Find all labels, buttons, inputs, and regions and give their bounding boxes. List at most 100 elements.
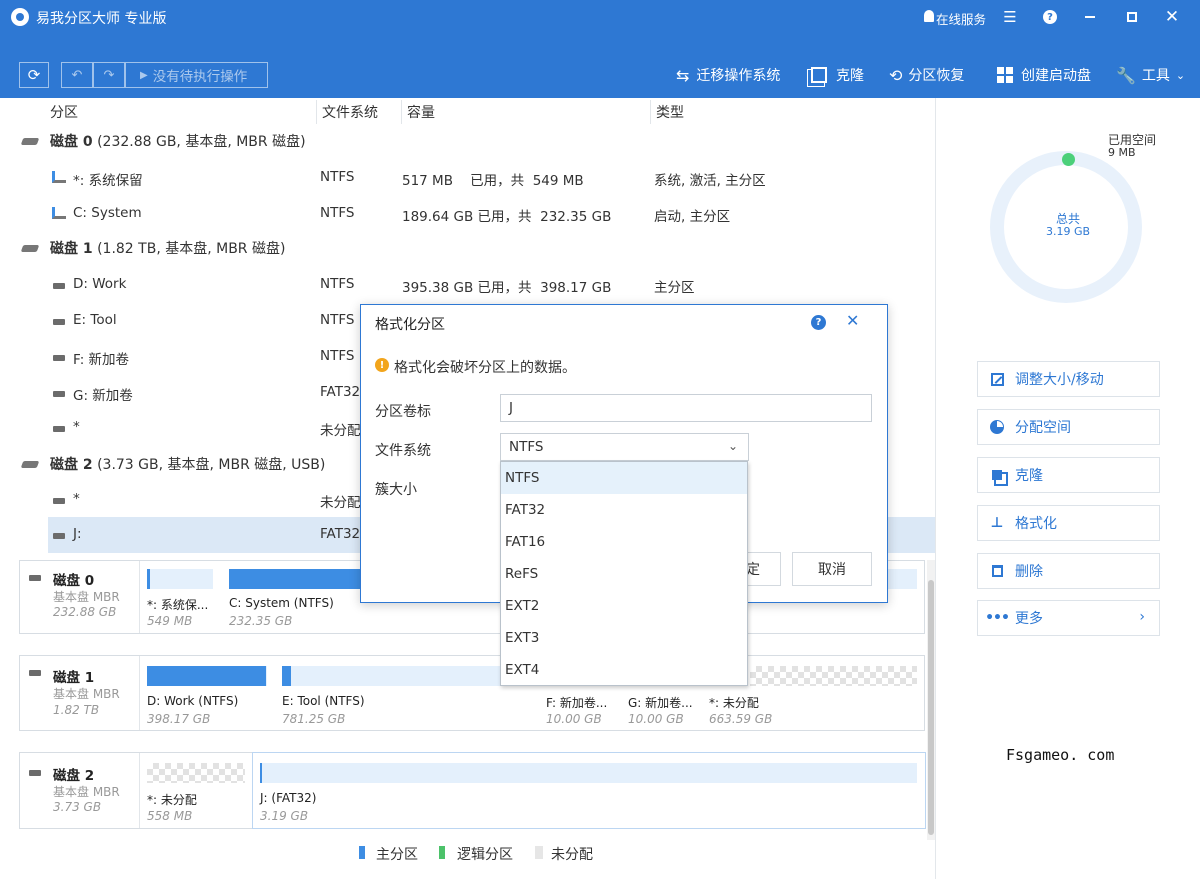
legend-logical-swatch (439, 846, 445, 859)
create-boot-button[interactable]: 创建启动盘 (997, 65, 1091, 85)
card-divider (139, 561, 140, 633)
table-row[interactable]: D: Work NTFS 395.38 GB 已用，共 398.17 GB 主分… (0, 267, 935, 303)
cancel-button[interactable]: 取消 (792, 552, 872, 586)
partition-size: 10.00 GB (546, 712, 602, 726)
migrate-os-button[interactable]: ⇆ 迁移操作系统 (676, 65, 780, 85)
column-divider (650, 100, 651, 124)
table-row[interactable]: * 未分配 (0, 410, 361, 446)
column-divider (401, 100, 402, 124)
format-icon: ⊥ (990, 515, 1004, 531)
filesystem-option[interactable]: EXT3 (501, 622, 747, 654)
allocate-space-button[interactable]: 分配空间 (977, 409, 1160, 445)
clone-partition-label: 克隆 (1015, 468, 1043, 484)
partition-size: 558 MB (147, 809, 193, 823)
bar-fill (147, 569, 150, 589)
pending-operations-button[interactable]: ▶ 没有待执行操作 (125, 62, 268, 88)
filesystem-select[interactable]: NTFS ⌄ (500, 433, 749, 461)
app-title: 易我分区大师 专业版 (36, 11, 167, 27)
resize-move-button[interactable]: 调整大小/移动 (977, 361, 1160, 397)
column-header-partition[interactable]: 分区 (50, 102, 78, 122)
drive-icon (53, 533, 65, 539)
clone-button[interactable]: 克隆 (811, 65, 864, 85)
partition-size: 781.25 GB (282, 712, 346, 726)
legend-unallocated-label: 未分配 (551, 847, 593, 863)
chevron-down-icon: ⌄ (727, 439, 738, 453)
more-button[interactable]: ••• 更多 › (977, 600, 1160, 636)
delete-button[interactable]: 删除 (977, 553, 1160, 589)
volume-label-input[interactable]: J (500, 394, 872, 422)
unallocated-bar[interactable] (147, 763, 245, 783)
partition-type: 主分区 (654, 280, 695, 296)
refresh-button[interactable]: ⟳ (19, 62, 49, 88)
drive-icon (53, 391, 65, 397)
help-icon[interactable]: ? (811, 315, 826, 330)
minimize-icon[interactable] (1070, 0, 1110, 34)
scrollbar-thumb[interactable] (928, 580, 934, 835)
partition-bar[interactable] (147, 666, 267, 686)
column-header-type[interactable]: 类型 (656, 102, 684, 122)
close-icon[interactable]: ✕ (846, 311, 859, 330)
maximize-icon[interactable] (1112, 0, 1152, 34)
partition-filesystem: NTFS (320, 312, 355, 328)
chevron-down-icon: ⌄ (1175, 68, 1186, 82)
menu-icon[interactable]: ☰ (990, 0, 1030, 34)
partition-recovery-button[interactable]: ⟲ 分区恢复 (889, 65, 964, 85)
table-row[interactable]: E: Tool NTFS (0, 303, 360, 339)
disk-map-card[interactable]: 磁盘 1 基本盘 MBR 1.82 TB D: Work (NTFS) 398.… (19, 655, 925, 731)
partition-name: J: (73, 526, 82, 542)
more-dots-icon: ••• (985, 610, 1010, 626)
clone-partition-button[interactable]: 克隆 (977, 457, 1160, 493)
partition-filesystem: NTFS (320, 205, 355, 221)
disk-map-name: 磁盘 0 (53, 573, 95, 589)
filesystem-dropdown-list: NTFS FAT32 FAT16 ReFS EXT2 EXT3 EXT4 (500, 461, 748, 686)
undo-button[interactable]: ↶ (61, 62, 93, 88)
table-row[interactable]: *: 系统保留 NTFS 517 MB 已用，共 549 MB 系统, 激活, … (0, 160, 935, 196)
unallocated-bar[interactable] (750, 666, 917, 686)
watermark-text: Fsgameo. com (1006, 746, 1115, 764)
format-button[interactable]: ⊥ 格式化 (977, 505, 1160, 541)
legend-unallocated-swatch (535, 846, 543, 859)
partition-size: 10.00 GB (628, 712, 684, 726)
partition-label: *: 系统保... (147, 598, 209, 612)
table-row[interactable]: * 未分配 (0, 482, 361, 518)
filesystem-option[interactable]: NTFS (501, 462, 747, 494)
disk-detail: (232.88 GB, 基本盘, MBR 磁盘) (97, 134, 306, 150)
partition-recovery-label: 分区恢复 (908, 68, 965, 84)
warning-icon: ! (375, 358, 389, 372)
tools-menu-button[interactable]: 🔧 工具 ⌄ (1116, 65, 1185, 85)
help-icon[interactable]: ? (1030, 0, 1070, 34)
disk-0-header[interactable]: 磁盘 0 (232.88 GB, 基本盘, MBR 磁盘) (50, 131, 306, 151)
chevron-right-icon: › (1139, 609, 1145, 625)
disk-2-header[interactable]: 磁盘 2 (3.73 GB, 基本盘, MBR 磁盘, USB) (50, 454, 325, 474)
partition-size: 663.59 GB (709, 712, 773, 726)
column-header-filesystem[interactable]: 文件系统 (322, 102, 378, 122)
redo-button[interactable]: ↷ (93, 62, 125, 88)
disk-map-size: 3.73 GB (53, 800, 102, 814)
filesystem-option[interactable]: FAT32 (501, 494, 747, 526)
table-row[interactable]: J: FAT32 (0, 517, 360, 553)
online-service-link[interactable]: 在线服务 (936, 9, 986, 28)
disk-map-card[interactable]: 磁盘 2 基本盘 MBR 3.73 GB *: 未分配 558 MB J: (F… (19, 752, 926, 829)
bar-fill (260, 763, 262, 783)
filesystem-option[interactable]: FAT16 (501, 526, 747, 558)
windows-icon (997, 67, 1013, 83)
close-window-icon[interactable]: ✕ (1152, 0, 1192, 34)
filesystem-option[interactable]: ReFS (501, 558, 747, 590)
partition-name: C: System (73, 205, 142, 221)
partition-label: J: (FAT32) (260, 791, 317, 805)
bell-icon[interactable] (924, 10, 934, 22)
column-header-capacity[interactable]: 容量 (407, 102, 435, 122)
partition-filesystem: NTFS (320, 348, 355, 364)
drive-icon (29, 770, 41, 776)
filesystem-option[interactable]: EXT2 (501, 590, 747, 622)
table-row[interactable]: C: System NTFS 189.64 GB 已用，共 232.35 GB … (0, 196, 935, 232)
warning-text: 格式化会破坏分区上的数据。 (394, 360, 576, 376)
redo-icon: ↷ (103, 67, 115, 83)
partition-bar[interactable] (260, 763, 917, 783)
partition-capacity: 189.64 GB 已用，共 232.35 GB (402, 209, 612, 225)
table-row[interactable]: G: 新加卷 FAT32 (0, 375, 360, 411)
table-row[interactable]: F: 新加卷 NTFS (0, 339, 360, 375)
disk-1-header[interactable]: 磁盘 1 (1.82 TB, 基本盘, MBR 磁盘) (50, 238, 285, 258)
partition-bar[interactable] (147, 569, 213, 589)
filesystem-option[interactable]: EXT4 (501, 654, 747, 686)
